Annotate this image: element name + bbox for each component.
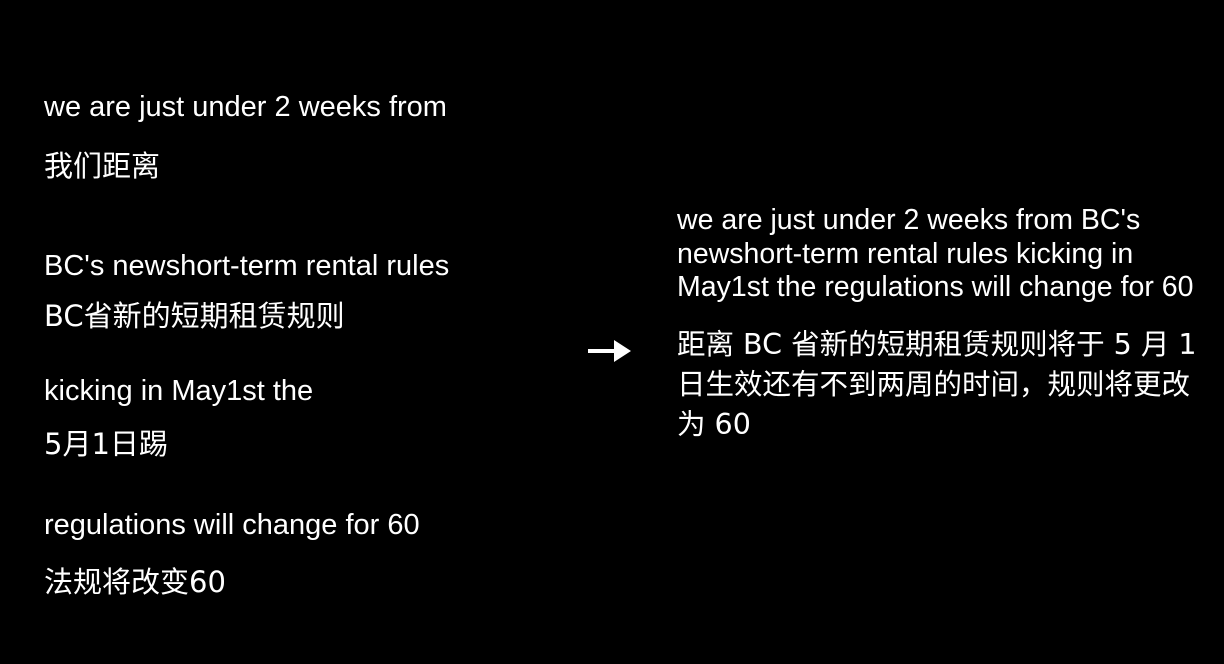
segment-3-english: kicking in May1st the: [44, 375, 314, 407]
segment-3-chinese: 5月1日踢: [44, 427, 168, 461]
right-arrow-icon: [586, 330, 632, 370]
segment-1-chinese: 我们距离: [44, 149, 161, 183]
segment-4-chinese: 法规将改变60: [44, 565, 226, 599]
merged-english-text: we are just under 2 weeks from BC's news…: [677, 204, 1194, 303]
segment-4-english: regulations will change for 60: [44, 509, 420, 541]
segment-list: we are just under 2 weeks from 我们距离 BC's…: [44, 0, 584, 664]
merged-translation: we are just under 2 weeks from BC's news…: [677, 204, 1197, 445]
segment-2-chinese: BC省新的短期租赁规则: [44, 299, 345, 333]
merged-chinese-text: 距离 BC 省新的短期租赁规则将于 5 月 1 日生效还有不到两周的时间，规则将…: [677, 327, 1197, 441]
segment-2-english: BC's newshort-term rental rules: [44, 250, 450, 282]
segment-1-english: we are just under 2 weeks from: [44, 91, 447, 123]
